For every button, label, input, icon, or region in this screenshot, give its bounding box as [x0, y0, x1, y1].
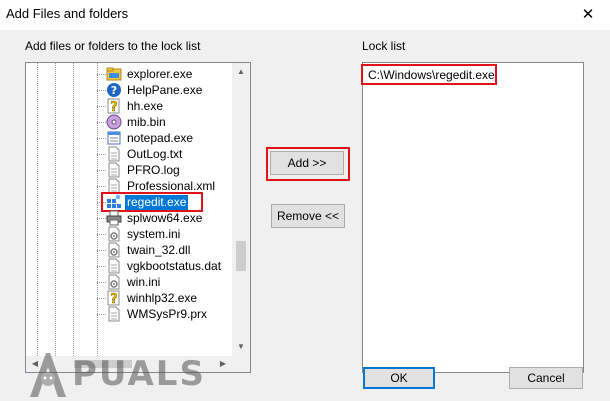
tree-item-label: WMSysPr9.prx [127, 306, 208, 321]
tree-item-label: hh.exe [127, 98, 164, 113]
text-file-icon [106, 258, 122, 274]
tree-item-label: Professional.xml [127, 178, 216, 193]
settings-file-icon [106, 242, 122, 258]
tree-branch-line [97, 250, 106, 251]
tree-item[interactable]: ? winhlp32.exe [106, 290, 199, 306]
tree-item-label: OutLog.txt [127, 146, 183, 161]
printer-icon [106, 210, 122, 226]
help-file-icon: ? [106, 98, 122, 114]
tree-branch-line [97, 282, 106, 283]
appuals-watermark: PUALS [28, 348, 206, 400]
lock-list-item[interactable]: C:\Windows\regedit.exe [368, 68, 495, 82]
tree-branch-line [97, 122, 106, 123]
tree-item[interactable]: explorer.exe [106, 66, 194, 82]
tree-guide-line [55, 63, 56, 356]
tree-item[interactable]: Professional.xml [106, 178, 217, 194]
scrollbar-corner [232, 356, 250, 372]
registry-icon [106, 194, 122, 210]
tree-item-label: system.ini [127, 226, 181, 241]
tree-item-label: vgkbootstatus.dat [127, 258, 222, 273]
disc-icon [106, 114, 122, 130]
add-files-label: Add files or folders to the lock list [25, 39, 201, 53]
text-file-icon [106, 178, 122, 194]
settings-file-icon [106, 226, 122, 242]
tree-item[interactable]: splwow64.exe [106, 210, 204, 226]
tree-item-label: win.ini [127, 274, 161, 289]
folder-icon [106, 66, 122, 82]
tree-item[interactable]: win.ini [106, 274, 162, 290]
tree-item-label: mib.bin [127, 114, 166, 129]
scroll-up-icon[interactable]: ▲ [232, 67, 250, 76]
tree-item[interactable]: WMSysPr9.prx [106, 306, 209, 322]
tree-branch-line [97, 186, 106, 187]
tree-item[interactable]: twain_32.dll [106, 242, 192, 258]
text-file-icon [106, 162, 122, 178]
help-icon: ? [106, 82, 122, 98]
settings-file-icon [106, 274, 122, 290]
title-bar: Add Files and folders ✕ [0, 0, 610, 30]
tree-item[interactable]: vgkbootstatus.dat [106, 258, 223, 274]
tree-item[interactable]: system.ini [106, 226, 182, 242]
tree-item[interactable]: ? HelpPane.exe [106, 82, 204, 98]
remove-button[interactable]: Remove << [271, 204, 345, 228]
tree-guide-line [37, 63, 38, 356]
tree-branch-line [97, 314, 106, 315]
tree-item[interactable]: mib.bin [106, 114, 168, 130]
tree-item-label: twain_32.dll [127, 242, 191, 257]
add-button[interactable]: Add >> [270, 151, 344, 175]
tree-item-label: PFRO.log [127, 162, 180, 177]
lock-list[interactable]: C:\Windows\regedit.exe [362, 62, 584, 373]
scroll-right-icon[interactable]: ▶ [214, 359, 232, 368]
text-file-icon [106, 306, 122, 322]
tree-branch-line [97, 106, 106, 107]
tree-item-label: HelpPane.exe [127, 82, 203, 97]
window-title: Add Files and folders [6, 6, 129, 21]
tree-branch-line [97, 266, 106, 267]
tree-branch-line [97, 202, 106, 203]
close-button[interactable]: ✕ [576, 2, 600, 26]
vertical-scrollbar[interactable]: ▲ ▼ [232, 63, 250, 356]
tree-branch-line [97, 154, 106, 155]
tree-branch-line [97, 234, 106, 235]
tree-item[interactable]: OutLog.txt [106, 146, 184, 162]
text-file-icon [106, 146, 122, 162]
notepad-icon [106, 130, 122, 146]
tree-branch-line [97, 298, 106, 299]
svg-text:?: ? [110, 292, 118, 306]
lock-list-label: Lock list [362, 39, 406, 53]
tree-item-label: explorer.exe [127, 66, 193, 81]
svg-text:?: ? [110, 100, 118, 114]
file-tree[interactable]: explorer.exe? HelpPane.exe? hh.exe mib.bin n… [25, 62, 251, 373]
tree-item-label: notepad.exe [127, 130, 194, 145]
tree-guide-line [73, 63, 74, 356]
scroll-down-icon[interactable]: ▼ [232, 342, 250, 351]
tree-branch-line [97, 218, 106, 219]
help-file-icon: ? [106, 290, 122, 306]
cancel-button[interactable]: Cancel [509, 367, 583, 389]
ok-button[interactable]: OK [363, 367, 435, 389]
dialog-client: Add files or folders to the lock list ex… [0, 30, 610, 401]
tree-item[interactable]: PFRO.log [106, 162, 182, 178]
appuals-logo-icon [30, 353, 66, 397]
watermark-text: PUALS [72, 354, 206, 394]
svg-text:?: ? [111, 84, 117, 97]
tree-item-label: splwow64.exe [127, 210, 203, 225]
tree-branch-line [97, 90, 106, 91]
tree-item-selected[interactable]: regedit.exe [106, 194, 189, 210]
tree-item-label: regedit.exe [125, 194, 189, 210]
tree-branch-line [97, 138, 106, 139]
tree-item[interactable]: notepad.exe [106, 130, 195, 146]
vertical-scroll-thumb[interactable] [236, 241, 246, 271]
tree-branch-line [97, 74, 106, 75]
tree-item[interactable]: ? hh.exe [106, 98, 165, 114]
tree-branch-line [97, 170, 106, 171]
file-tree-viewport: explorer.exe? HelpPane.exe? hh.exe mib.bin n… [26, 63, 232, 356]
tree-item-label: winhlp32.exe [127, 290, 198, 305]
